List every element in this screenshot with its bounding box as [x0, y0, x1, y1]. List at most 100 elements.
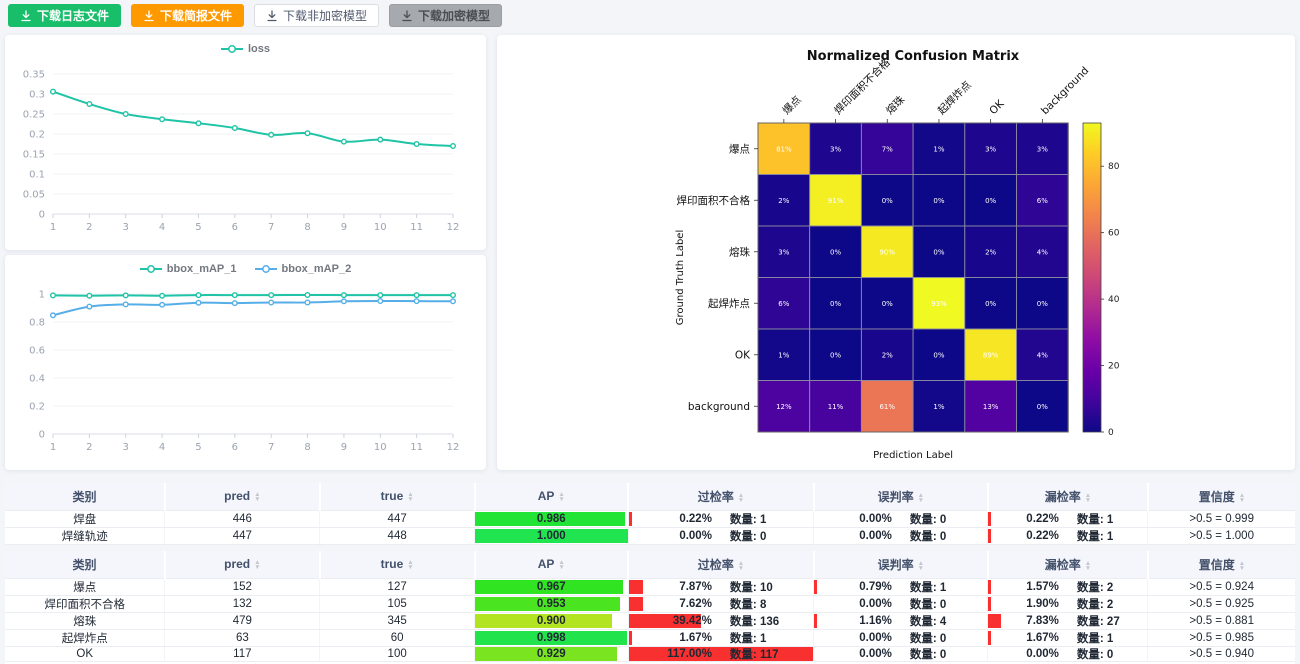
sort-icon[interactable]: ▲▼	[918, 561, 924, 571]
legend-label: bbox_mAP_1	[167, 263, 237, 275]
true-count-cell: 345	[320, 612, 475, 629]
svg-text:2%: 2%	[985, 248, 996, 256]
svg-text:0%: 0%	[830, 351, 841, 359]
column-header-ap[interactable]: AP▲▼	[475, 483, 629, 510]
ap-value: 0.967	[475, 581, 628, 593]
rate-percent: 1.57%	[988, 581, 1067, 593]
table-row: 焊缝轨迹4474481.0000.00%数量: 00.00%数量: 00.22%…	[5, 527, 1295, 544]
sort-icon[interactable]: ▲▼	[254, 492, 260, 502]
pred-count-cell: 152	[165, 578, 320, 595]
sort-icon[interactable]: ▲▼	[558, 560, 564, 570]
column-header-miss-rate[interactable]: 漏检率▲▼	[988, 551, 1148, 578]
svg-text:OK: OK	[987, 97, 1007, 117]
class-name-cell: 熔珠	[5, 612, 165, 629]
rate-cell: 0.00%数量: 0	[628, 527, 814, 544]
sort-icon[interactable]: ▲▼	[407, 492, 413, 502]
svg-text:1%: 1%	[933, 145, 944, 153]
sort-icon[interactable]: ▲▼	[1239, 561, 1245, 571]
svg-text:background: background	[688, 401, 750, 413]
svg-text:起焊炸点: 起焊炸点	[708, 298, 750, 310]
map-chart-legend: bbox_mAP_1 bbox_mAP_2	[5, 263, 486, 275]
rate-cell: 0.22%数量: 1	[988, 510, 1148, 527]
svg-text:3: 3	[123, 442, 129, 453]
column-header-miss-rate[interactable]: 漏检率▲▼	[988, 483, 1148, 510]
sort-icon[interactable]: ▲▼	[918, 493, 924, 503]
column-header-pred[interactable]: pred ▲▼	[165, 551, 320, 578]
ap-cell: 0.953	[475, 595, 629, 612]
true-count-cell: 448	[320, 527, 475, 544]
loss-line-chart: 00.050.10.150.20.250.30.3512345678910111…	[5, 60, 486, 250]
column-header-misjudge-rate[interactable]: 误判率 ▲▼	[814, 483, 988, 510]
svg-text:3%: 3%	[1037, 145, 1048, 153]
table-row: 起焊炸点63600.9981.67%数量: 10.00%数量: 01.67%数量…	[5, 629, 1295, 646]
rate-percent: 0.00%	[814, 648, 901, 660]
pred-count-cell: 446	[165, 510, 320, 527]
svg-text:89%: 89%	[983, 351, 999, 359]
svg-text:3%: 3%	[985, 145, 996, 153]
rate-cell: 0.00%数量: 0	[814, 595, 988, 612]
svg-text:0%: 0%	[882, 197, 893, 205]
sort-icon[interactable]: ▲▼	[558, 492, 564, 502]
legend-item-bbox_mAP_2[interactable]: bbox_mAP_2	[255, 263, 352, 275]
svg-text:7%: 7%	[882, 145, 893, 153]
rate-cell: 7.87%数量: 10	[628, 578, 814, 595]
sort-icon[interactable]: ▲▼	[738, 493, 744, 503]
true-count-cell: 60	[320, 629, 475, 646]
column-header-misjudge-rate[interactable]: 误判率▲▼	[814, 551, 988, 578]
svg-text:4%: 4%	[1037, 248, 1048, 256]
loss-chart-legend: loss	[5, 43, 486, 55]
pred-count-cell: 479	[165, 612, 320, 629]
sort-icon[interactable]: ▲▼	[1239, 493, 1245, 503]
column-header-over-rate[interactable]: 过检率▲▼	[628, 483, 814, 510]
download-report-button[interactable]: 下载简报文件	[131, 4, 244, 27]
rate-percent: 117.00%	[629, 648, 721, 660]
header-label: 置信度	[1199, 490, 1235, 504]
legend-item-bbox_mAP_1[interactable]: bbox_mAP_1	[140, 263, 237, 275]
rate-count: 数量: 1	[1068, 529, 1147, 543]
column-header-confidence[interactable]: 置信度 ▲▼	[1148, 483, 1295, 510]
confidence-cell: >0.5 = 0.999	[1148, 510, 1295, 527]
rate-count: 数量: 1	[721, 631, 813, 645]
rate-cell: 1.90%数量: 2	[988, 595, 1148, 612]
class-name-cell: OK	[5, 646, 165, 661]
column-header-over-rate[interactable]: 过检率▲▼	[628, 551, 814, 578]
header-label: pred	[224, 557, 250, 571]
download-log-button[interactable]: 下载日志文件	[8, 4, 121, 27]
column-header-confidence[interactable]: 置信度▲▼	[1148, 551, 1295, 578]
rate-percent: 0.22%	[629, 513, 721, 525]
true-count-cell: 127	[320, 578, 475, 595]
table-row: 焊印面积不合格1321050.9537.62%数量: 80.00%数量: 01.…	[5, 595, 1295, 612]
rate-cell: 1.67%数量: 1	[628, 629, 814, 646]
svg-text:0%: 0%	[1037, 403, 1048, 411]
svg-text:80: 80	[1108, 162, 1120, 172]
header-label: AP	[538, 489, 555, 503]
column-header-true[interactable]: true▲▼	[320, 483, 475, 510]
header-label: 误判率	[878, 490, 914, 504]
legend-item-loss[interactable]: loss	[221, 43, 270, 55]
sort-icon[interactable]: ▲▼	[738, 561, 744, 571]
download-plain-model-button[interactable]: 下载非加密模型	[254, 4, 379, 27]
rate-count: 数量: 10	[721, 580, 813, 594]
rate-count: 数量: 1	[901, 580, 988, 594]
true-count-cell: 447	[320, 510, 475, 527]
sort-icon[interactable]: ▲▼	[1085, 493, 1091, 503]
svg-text:2: 2	[86, 442, 92, 453]
svg-text:5: 5	[195, 222, 201, 233]
column-header-pred[interactable]: pred▲▼	[165, 483, 320, 510]
svg-text:12: 12	[447, 222, 460, 233]
column-header-class: 类别	[5, 483, 165, 510]
svg-text:81%: 81%	[776, 145, 792, 153]
column-header-true[interactable]: true▲▼	[320, 551, 475, 578]
column-header-ap[interactable]: AP▲▼	[475, 551, 629, 578]
header-label: 类别	[72, 558, 96, 572]
svg-text:0: 0	[39, 210, 45, 221]
svg-text:90%: 90%	[879, 248, 895, 256]
svg-text:background: background	[1039, 65, 1091, 117]
sort-icon[interactable]: ▲▼	[1085, 561, 1091, 571]
rate-percent: 0.00%	[988, 648, 1067, 660]
download-encrypted-model-button[interactable]: 下载加密模型	[389, 4, 502, 27]
confidence-cell: >0.5 = 1.000	[1148, 527, 1295, 544]
sort-icon[interactable]: ▲▼	[407, 560, 413, 570]
sort-icon[interactable]: ▲▼	[254, 560, 260, 570]
legend-label: loss	[248, 43, 270, 55]
